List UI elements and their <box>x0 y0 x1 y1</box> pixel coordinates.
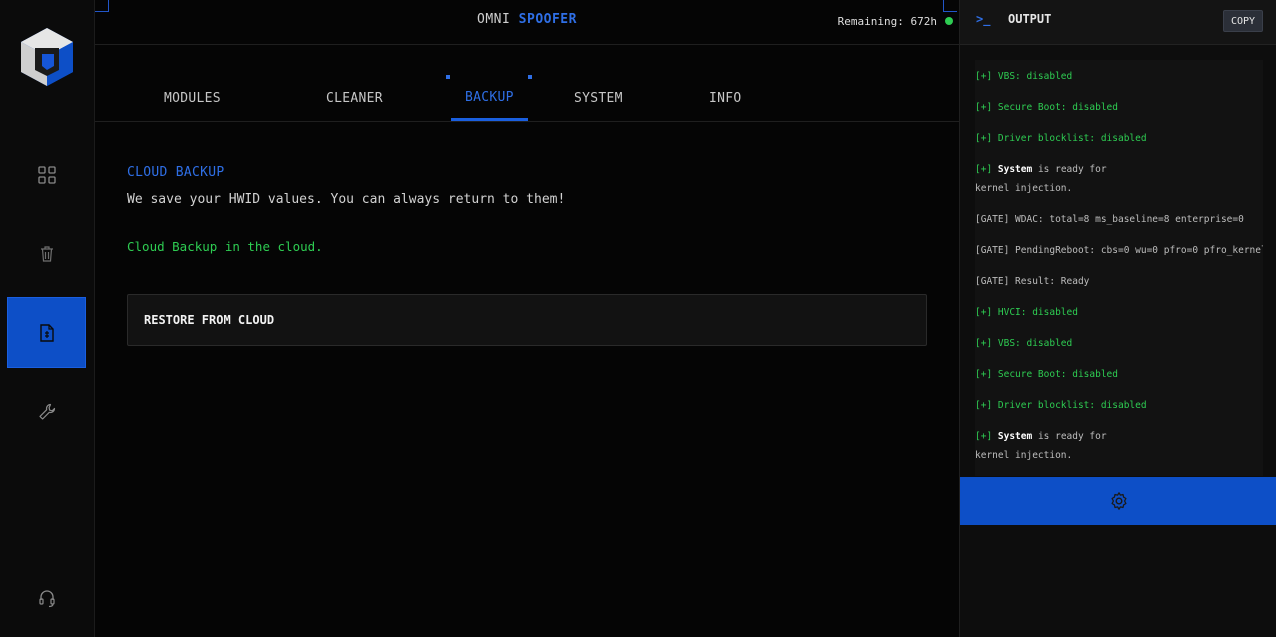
wrench-icon <box>38 403 55 420</box>
log-line: [GATE] WDAC: total=8 ms_baseline=8 enter… <box>975 214 1244 225</box>
app-logo <box>18 26 76 88</box>
grid-icon <box>37 165 56 184</box>
trash-icon <box>40 245 53 262</box>
top-bar: OMNI SPOOFER Remaining: 672h <box>95 0 959 45</box>
corner-decoration-left <box>95 0 109 12</box>
terminal-icon: >_ <box>976 12 991 26</box>
output-header: >_ OUTPUT COPY <box>960 0 1276 45</box>
backup-section: CLOUD BACKUP We save your HWID values. Y… <box>127 165 927 346</box>
tab-indicator-dot <box>528 75 532 79</box>
sidebar-item-modules[interactable] <box>7 139 86 210</box>
log-output[interactable]: [+] VBS: disabled [+] Secure Boot: disab… <box>975 60 1263 476</box>
settings-button[interactable] <box>960 477 1276 525</box>
sidebar <box>0 0 95 637</box>
tab-info[interactable]: INFO <box>709 91 742 106</box>
tab-modules[interactable]: MODULES <box>164 91 221 106</box>
sidebar-item-backup[interactable] <box>7 297 86 368</box>
log-tag: [+] <box>975 164 998 175</box>
tab-system[interactable]: SYSTEM <box>574 91 623 106</box>
restore-from-cloud-button[interactable]: RESTORE FROM CLOUD <box>127 294 927 346</box>
log-tag: [+] <box>975 431 998 442</box>
sidebar-item-cleaner[interactable] <box>7 218 86 289</box>
log-line: [GATE] Result: Ready <box>975 276 1090 287</box>
app-title: OMNI SPOOFER <box>95 12 959 27</box>
log-line: [GATE] PendingReboot: cbs=0 wu=0 pfro=0 … <box>975 245 1263 256</box>
tab-indicator-dot <box>446 75 450 79</box>
log-line: [+] Driver blocklist: disabled <box>975 133 1147 144</box>
output-panel: >_ OUTPUT COPY [+] VBS: disabled [+] Sec… <box>959 0 1276 637</box>
brand-accent: SPOOFER <box>518 12 577 27</box>
log-line: [+] Secure Boot: disabled <box>975 102 1118 113</box>
copy-button[interactable]: COPY <box>1223 10 1263 32</box>
corner-decoration-right <box>943 0 957 12</box>
log-keyword: System <box>997 431 1033 442</box>
tab-cleaner[interactable]: CLEANER <box>326 91 383 106</box>
tab-backup[interactable]: BACKUP <box>465 90 514 105</box>
sidebar-item-system[interactable] <box>7 376 86 447</box>
log-line: [+] VBS: disabled <box>975 71 1073 82</box>
log-line: [+] Secure Boot: disabled <box>975 369 1118 380</box>
main-panel: OMNI SPOOFER Remaining: 672h MODULES CLE… <box>95 0 959 637</box>
output-title: OUTPUT <box>1008 12 1052 26</box>
remaining-time: Remaining: 672h <box>837 15 937 28</box>
status-indicator <box>945 17 953 25</box>
log-line-rich: [+] System is ready for kernel injection… <box>975 427 1135 465</box>
section-description: We save your HWID values. You can always… <box>127 192 566 207</box>
gear-icon <box>1110 492 1127 510</box>
backup-status: Cloud Backup in the cloud. <box>127 239 323 254</box>
sidebar-item-support[interactable] <box>7 562 86 633</box>
log-line: [+] VBS: disabled <box>975 338 1073 349</box>
log-keyword: System <box>997 164 1033 175</box>
section-title: CLOUD BACKUP <box>127 165 225 180</box>
brand-name: OMNI <box>477 12 511 27</box>
log-line: [+] HVCI: disabled <box>975 307 1078 318</box>
log-line-rich: [+] System is ready for kernel injection… <box>975 160 1135 198</box>
active-tab-underline <box>451 118 528 121</box>
log-line: [+] Driver blocklist: disabled <box>975 400 1147 411</box>
file-icon <box>39 323 54 342</box>
tab-bar: MODULES CLEANER BACKUP SYSTEM INFO <box>95 45 959 122</box>
headset-icon <box>38 589 55 607</box>
